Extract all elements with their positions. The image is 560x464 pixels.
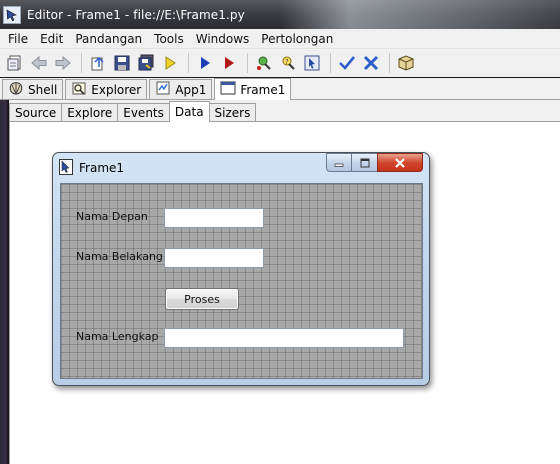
tab-label: Frame1 — [240, 82, 286, 97]
tab-label: Explorer — [91, 82, 142, 97]
tab-events[interactable]: Events — [117, 103, 170, 121]
label-first-name: Nama Depan — [76, 210, 148, 223]
help-icon[interactable] — [301, 52, 323, 74]
full-name-input[interactable] — [164, 328, 404, 348]
tab-source[interactable]: Source — [9, 103, 63, 121]
frame-icon — [220, 81, 236, 98]
toolbar-separator — [188, 53, 189, 73]
debug-run-icon[interactable] — [194, 52, 216, 74]
run-icon[interactable] — [159, 52, 181, 74]
menu-view[interactable]: Pandangan — [71, 32, 146, 46]
tab-frame1[interactable]: Frame1 — [214, 78, 292, 100]
process-button[interactable]: Proses — [165, 288, 239, 310]
frame-client-area[interactable]: Nama Depan Nama Belakang Proses Nama Len… — [60, 183, 423, 379]
back-arrow-icon[interactable] — [28, 52, 50, 74]
frame-title: Frame1 — [79, 161, 125, 175]
check-icon[interactable] — [336, 52, 358, 74]
menu-file[interactable]: File — [4, 32, 32, 46]
toolbar-separator — [81, 53, 82, 73]
app-icon — [155, 80, 171, 99]
desktop-edge — [0, 100, 9, 464]
open-folder-icon[interactable] — [87, 52, 109, 74]
frame-window-buttons — [326, 153, 423, 173]
tab-explore[interactable]: Explore — [61, 103, 119, 121]
forward-arrow-icon[interactable] — [52, 52, 74, 74]
sub-tab-bar: Source Explore Events Data Sizers — [0, 100, 560, 122]
label-full-name: Nama Lengkap — [76, 330, 159, 343]
inspect-icon[interactable] — [253, 52, 275, 74]
toolbar-separator — [330, 53, 331, 73]
stop-icon[interactable] — [218, 52, 240, 74]
tab-shell[interactable]: Shell — [2, 79, 64, 99]
menu-edit[interactable]: Edit — [36, 32, 67, 46]
menu-tools[interactable]: Tools — [150, 32, 188, 46]
tab-explorer[interactable]: Explorer — [65, 79, 148, 99]
toolbar-separator — [247, 53, 248, 73]
first-name-input[interactable] — [164, 208, 264, 228]
explorer-icon — [71, 80, 87, 99]
tab-app1[interactable]: App1 — [149, 79, 213, 99]
book-icon[interactable] — [395, 52, 417, 74]
save-icon[interactable] — [111, 52, 133, 74]
shell-icon — [8, 80, 24, 99]
toolbar-separator — [389, 53, 390, 73]
editor-app-icon — [3, 5, 21, 24]
save-all-icon[interactable] — [135, 52, 157, 74]
last-name-input[interactable] — [164, 248, 264, 268]
menu-windows[interactable]: Windows — [192, 32, 254, 46]
minimize-button[interactable] — [326, 153, 352, 172]
tab-sizers[interactable]: Sizers — [208, 103, 257, 121]
titlebar-glow — [280, 0, 560, 29]
menu-bar: File Edit Pandangan Tools Windows Pertol… — [0, 29, 560, 49]
maximize-button[interactable] — [351, 153, 378, 172]
close-button[interactable] — [377, 153, 423, 172]
new-file-icon[interactable] — [4, 52, 26, 74]
cancel-icon[interactable] — [360, 52, 382, 74]
frame-caption: Frame1 — [59, 158, 125, 178]
main-tab-bar: Shell Explorer App1 Frame1 — [0, 78, 560, 100]
window-titlebar: Editor - Frame1 - file://E:\Frame1.py — [0, 0, 560, 29]
find-icon[interactable]: ? — [277, 52, 299, 74]
tab-data[interactable]: Data — [168, 101, 210, 122]
window-title: Editor - Frame1 - file://E:\Frame1.py — [27, 7, 245, 22]
label-last-name: Nama Belakang — [76, 250, 163, 263]
tab-label: Shell — [28, 82, 58, 97]
toolbar: ? — [0, 49, 560, 77]
design-frame[interactable]: Frame1 Nama Depan Nama Belakang Proses N… — [52, 152, 430, 386]
tab-label: App1 — [175, 82, 207, 97]
frame-cursor-icon — [59, 158, 73, 178]
menu-help[interactable]: Pertolongan — [257, 32, 337, 46]
